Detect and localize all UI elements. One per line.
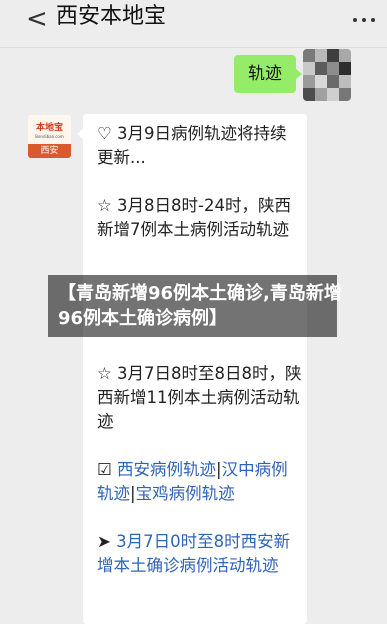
top-bar: < 西安本地宝 xyxy=(0,0,387,48)
reply-paragraph-2[interactable]: ☆ 3月8日8时-24时，陕西新增7例本土病例活动轨迹 xyxy=(97,194,302,242)
arrow-marker: ➤ xyxy=(97,532,117,551)
chat-title: 西安本地宝 xyxy=(56,4,167,29)
reply-paragraph-4: ☑ 西安病例轨迹|汉中病例轨迹|宝鸡病例轨迹 xyxy=(97,458,302,506)
avatar-city-text: 西安 xyxy=(28,144,71,158)
back-icon[interactable]: < xyxy=(26,4,48,34)
reply-paragraph-3[interactable]: ☆ 3月7日8时至8日8时，陕西新增11例本土病例活动轨迹 xyxy=(97,362,302,434)
link-xian-track-0307[interactable]: 3月7日0时至8时西安新增本土确诊病例活动轨迹 xyxy=(97,532,290,575)
checkbox-mark: ☑ xyxy=(97,460,112,479)
link-xian-cases[interactable]: 西安病例轨迹 xyxy=(117,460,216,479)
link-baoji-cases[interactable]: 宝鸡病例轨迹 xyxy=(136,484,235,503)
bot-avatar[interactable]: 本地宝 Bendibao.com 西安 xyxy=(28,115,71,158)
reply-message-bubble: ♡ 3月9日病例轨迹将持续更新... ☆ 3月8日8时-24时，陕西新增7例本土… xyxy=(77,114,307,624)
more-dots-icon[interactable] xyxy=(351,7,377,33)
avatar-brand-text: 本地宝 xyxy=(35,123,63,133)
reply-paragraph-1: ♡ 3月9日病例轨迹将持续更新... xyxy=(97,124,287,167)
avatar-domain-text: Bendibao.com xyxy=(35,134,64,139)
user-avatar[interactable] xyxy=(303,49,351,101)
headline-overlay-text: 【青岛新增96例本土确诊,青岛新增96例本土确诊病例】 xyxy=(58,283,342,329)
sent-message-bubble[interactable]: 轨迹 xyxy=(234,55,302,93)
reply-paragraph-5: ➤ 3月7日0时至8时西安新增本土确诊病例活动轨迹 xyxy=(97,530,302,578)
